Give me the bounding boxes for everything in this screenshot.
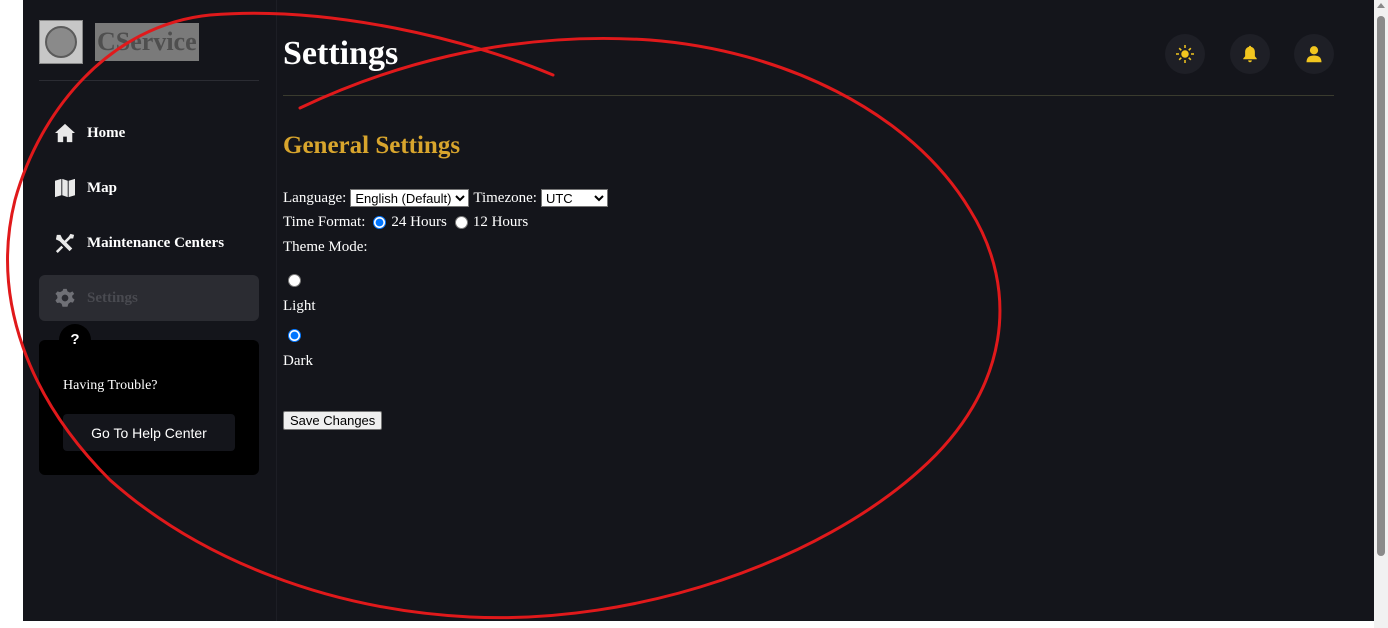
time-format-label: Time Format: [283, 213, 366, 230]
theme-light-radio[interactable] [288, 274, 301, 287]
page-title: Settings [283, 35, 399, 72]
help-card: ? Having Trouble? Go To Help Center [39, 324, 259, 475]
brand[interactable]: CService [39, 20, 199, 64]
save-changes-button[interactable]: Save Changes [283, 411, 383, 430]
scrollbar-thumb[interactable] [1377, 16, 1385, 556]
sidebar-item-label: Map [87, 179, 117, 196]
window-left-edge [0, 0, 23, 628]
sidebar-item-label: Maintenance Centers [87, 234, 225, 251]
sidebar-item-map[interactable]: Map [39, 165, 259, 211]
window-bottom-edge [0, 621, 1388, 628]
gear-icon [55, 288, 75, 307]
sidebar-divider [39, 80, 259, 81]
theme-mode-label: Theme Mode: [283, 239, 368, 255]
theme-toggle-button[interactable] [1165, 34, 1205, 74]
time-format-24-label: 24 Hours [391, 213, 447, 230]
sidebar-item-settings[interactable]: Settings [39, 275, 259, 321]
scrollbar[interactable] [1374, 0, 1388, 628]
brand-name: CService [95, 23, 199, 61]
language-select[interactable]: English (Default) [350, 189, 470, 207]
scroll-up-arrow-icon[interactable] [1377, 3, 1385, 8]
bell-icon [1243, 45, 1257, 63]
theme-dark-radio[interactable] [288, 329, 301, 342]
language-label: Language: [283, 189, 347, 206]
sidebar-nav: Home Map Maintenance Centers Settings [39, 110, 259, 330]
theme-dark-label: Dark [283, 353, 313, 369]
section-title: General Settings [283, 132, 461, 159]
map-icon [55, 178, 75, 198]
help-question-icon: ? [59, 324, 91, 356]
help-text: Having Trouble? [63, 378, 158, 393]
time-format-12-radio[interactable] [454, 215, 468, 229]
sidebar-item-maintenance-centers[interactable]: Maintenance Centers [39, 220, 259, 266]
language-timezone-row: Language: English (Default) Timezone: UT… [283, 186, 612, 210]
time-format-24-radio[interactable] [373, 215, 387, 229]
notifications-button[interactable] [1230, 34, 1270, 74]
sun-icon [1176, 45, 1194, 63]
timezone-label: Timezone: [473, 189, 537, 206]
sidebar-item-label: Settings [87, 289, 138, 306]
header-divider [283, 95, 1334, 96]
sidebar-item-label: Home [87, 124, 126, 141]
time-format-12-label: 12 Hours [472, 213, 529, 230]
settings-form: Language: English (Default) Timezone: UT… [283, 186, 612, 370]
help-center-button[interactable]: Go To Help Center [63, 414, 235, 451]
time-format-row: Time Format: 24 Hours 12 Hours [283, 210, 612, 234]
user-icon [1306, 46, 1322, 63]
brand-logo [39, 20, 83, 64]
timezone-select[interactable]: UTC [540, 189, 608, 207]
sidebar-item-home[interactable]: Home [39, 110, 259, 156]
theme-option-dark: Dark [283, 329, 612, 370]
user-profile-button[interactable] [1294, 34, 1334, 74]
theme-option-light: Light [283, 274, 612, 315]
home-icon [55, 123, 75, 143]
theme-light-label: Light [283, 298, 316, 314]
sidebar: CService Home Map Maintenance Centers Se… [23, 0, 277, 621]
tools-icon [55, 233, 75, 253]
